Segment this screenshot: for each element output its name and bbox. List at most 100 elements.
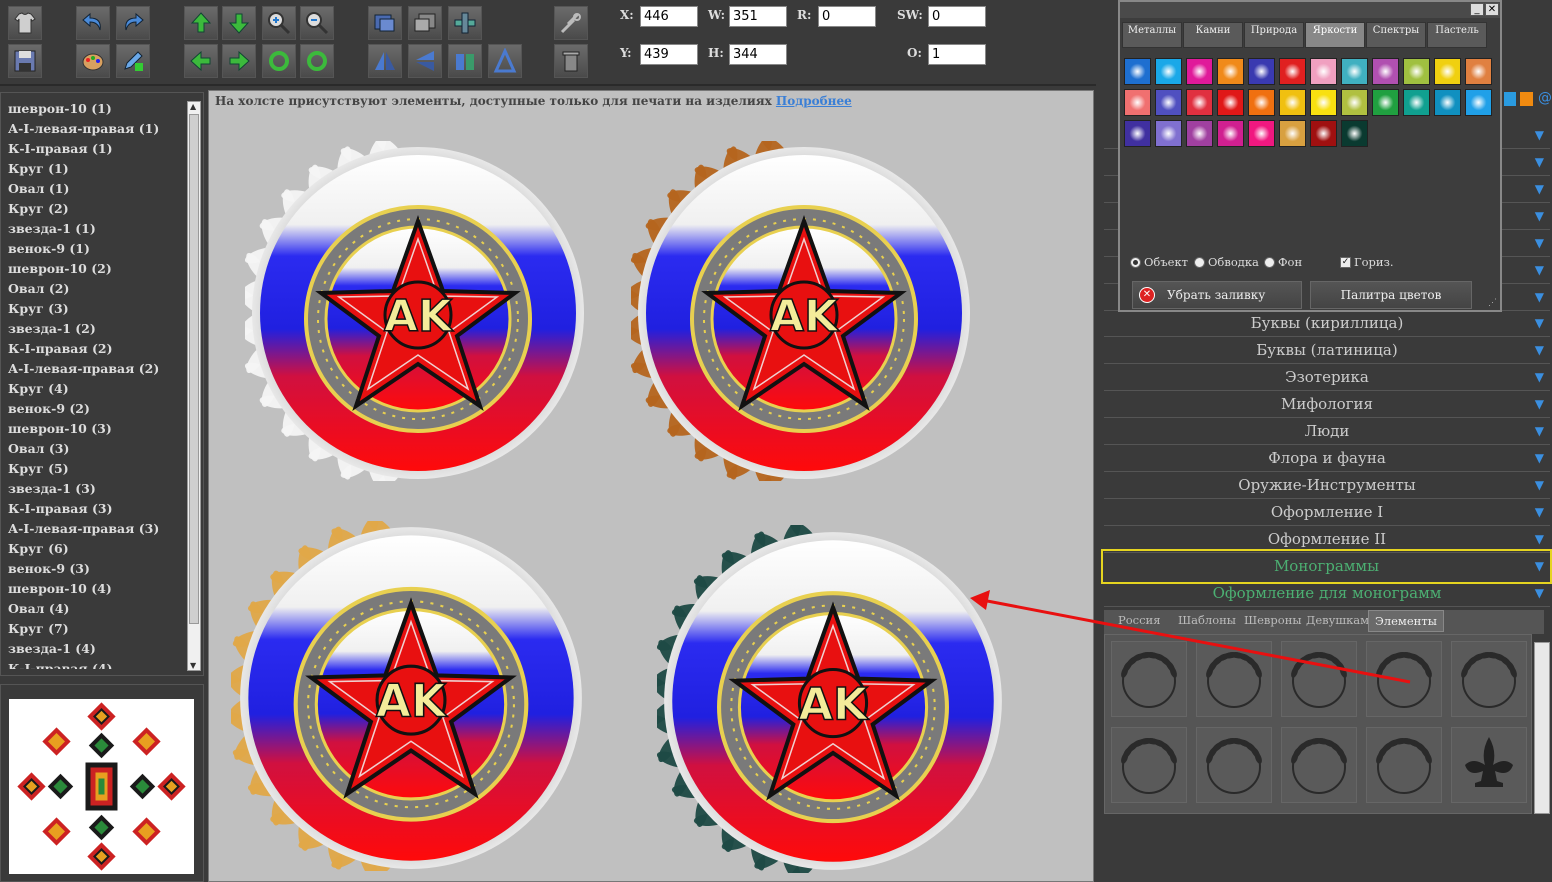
layer-item[interactable]: К-I-правая (3): [5, 499, 185, 519]
zoom-in-icon[interactable]: [262, 6, 296, 40]
move-up-icon[interactable]: [184, 6, 218, 40]
palette-icon[interactable]: [76, 44, 110, 78]
palette-tab[interactable]: Металлы: [1122, 22, 1182, 48]
color-swatch[interactable]: [1310, 120, 1337, 147]
wreath-element[interactable]: [1111, 641, 1187, 717]
skew-icon[interactable]: [488, 44, 522, 78]
layer-item[interactable]: Круг (4): [5, 379, 185, 399]
tshirt-icon[interactable]: [8, 6, 42, 40]
width-input[interactable]: [729, 6, 787, 27]
flip-horizontal-icon[interactable]: [368, 44, 402, 78]
layer-item[interactable]: А-I-левая-правая (1): [5, 119, 185, 139]
color-swatch[interactable]: [1341, 120, 1368, 147]
element-grid-scrollbar[interactable]: [1534, 642, 1550, 814]
palette-tab[interactable]: Пастель: [1427, 22, 1487, 48]
layer-item[interactable]: шеврон-10 (4): [5, 579, 185, 599]
category-row[interactable]: Монограммы ▼: [1101, 549, 1552, 584]
layer-item[interactable]: Круг (2): [5, 199, 185, 219]
palette-tab[interactable]: Камни: [1183, 22, 1243, 48]
color-swatch[interactable]: [1372, 58, 1399, 85]
fill-object-option[interactable]: Объект: [1130, 255, 1188, 269]
layer-item[interactable]: Овал (1): [5, 179, 185, 199]
category-row[interactable]: Флора и фауна ▼: [1104, 445, 1550, 472]
color-swatch[interactable]: [1155, 58, 1182, 85]
layer-item[interactable]: А-I-левая-правая (2): [5, 359, 185, 379]
color-swatch[interactable]: [1434, 89, 1461, 116]
color-swatch[interactable]: [1248, 120, 1275, 147]
layer-item[interactable]: звезда-1 (4): [5, 639, 185, 659]
redo-icon[interactable]: [116, 6, 150, 40]
scroll-up-icon[interactable]: ▲: [190, 102, 196, 111]
resize-grip-icon[interactable]: ⋰: [1488, 298, 1497, 308]
element-subtab[interactable]: Элементы: [1368, 610, 1444, 632]
scroll-thumb[interactable]: [189, 114, 199, 624]
rotate-left-icon[interactable]: [262, 44, 296, 78]
rotation-input[interactable]: [818, 6, 876, 27]
wreath-element[interactable]: [1281, 641, 1357, 717]
color-swatch[interactable]: [1186, 89, 1213, 116]
social-share-icon[interactable]: [1504, 92, 1516, 106]
palette-tab[interactable]: Яркости: [1305, 22, 1365, 48]
close-icon[interactable]: ✕: [1485, 3, 1499, 16]
color-swatch[interactable]: [1217, 89, 1244, 116]
color-swatch[interactable]: [1279, 58, 1306, 85]
wreath-element[interactable]: [1196, 727, 1272, 803]
layer-item[interactable]: шеврон-10 (2): [5, 259, 185, 279]
color-swatch[interactable]: [1279, 120, 1306, 147]
radio-bg[interactable]: [1264, 256, 1275, 268]
wreath-element[interactable]: [1451, 641, 1527, 717]
palette-titlebar[interactable]: _ ✕: [1120, 2, 1500, 18]
element-subtab[interactable]: Шаблоны: [1172, 610, 1242, 632]
element-subtab[interactable]: Девушкам: [1300, 610, 1375, 632]
design-canvas[interactable]: На холсте присутствуют элементы, доступн…: [208, 90, 1094, 882]
layer-item[interactable]: Круг (7): [5, 619, 185, 639]
wreath-element[interactable]: [1111, 727, 1187, 803]
category-row[interactable]: Оружие-Инструменты ▼: [1104, 472, 1550, 499]
send-back-icon[interactable]: [408, 6, 442, 40]
layer-item[interactable]: венок-9 (3): [5, 559, 185, 579]
layer-item[interactable]: звезда-1 (3): [5, 479, 185, 499]
layer-item[interactable]: шеврон-10 (3): [5, 419, 185, 439]
category-row[interactable]: Оформление для монограмм ▼: [1104, 580, 1550, 607]
tools-wrench-icon[interactable]: [554, 6, 588, 40]
x-input[interactable]: [640, 6, 698, 27]
layer-item[interactable]: Овал (2): [5, 279, 185, 299]
color-swatch[interactable]: [1279, 89, 1306, 116]
palette-tab[interactable]: Спектры: [1366, 22, 1426, 48]
category-row[interactable]: Буквы (латиница) ▼: [1104, 337, 1550, 364]
height-input[interactable]: [729, 44, 787, 65]
layers-scrollbar[interactable]: ▲ ▼: [187, 101, 201, 671]
color-swatch[interactable]: [1341, 89, 1368, 116]
undo-icon[interactable]: [76, 6, 110, 40]
palette-tab[interactable]: Природа: [1244, 22, 1304, 48]
color-swatch[interactable]: [1124, 58, 1151, 85]
color-swatch[interactable]: [1372, 89, 1399, 116]
layer-item[interactable]: звезда-1 (1): [5, 219, 185, 239]
wreath-element[interactable]: [1281, 727, 1357, 803]
layer-item[interactable]: шеврон-10 (1): [5, 99, 185, 119]
emblem-bronze-wreath[interactable]: [631, 141, 977, 481]
flip-vertical-icon[interactable]: [408, 44, 442, 78]
layer-item[interactable]: Круг (3): [5, 299, 185, 319]
layer-item[interactable]: венок-9 (2): [5, 399, 185, 419]
mirror-icon[interactable]: [448, 44, 482, 78]
category-row[interactable]: Эзотерика ▼: [1104, 364, 1550, 391]
wreath-element[interactable]: [1196, 641, 1272, 717]
odnoklassniki-icon[interactable]: [1520, 92, 1533, 106]
layer-item[interactable]: К-I-правая (4): [5, 659, 185, 669]
layer-item[interactable]: звезда-1 (2): [5, 319, 185, 339]
color-swatch[interactable]: [1217, 120, 1244, 147]
category-row[interactable]: Оформление I ▼: [1104, 499, 1550, 526]
opacity-input[interactable]: [928, 44, 986, 65]
rotate-right-icon[interactable]: [300, 44, 334, 78]
emblem-teal-wreath-selected[interactable]: [657, 525, 1009, 873]
color-swatch[interactable]: [1310, 58, 1337, 85]
color-swatch[interactable]: [1186, 120, 1213, 147]
radio-object[interactable]: [1130, 256, 1141, 268]
color-swatch[interactable]: [1403, 58, 1430, 85]
category-row[interactable]: Буквы (кириллица) ▼: [1104, 310, 1550, 337]
move-right-icon[interactable]: [222, 44, 256, 78]
fill-bg-option[interactable]: Фон: [1264, 255, 1302, 269]
emblem-white-wreath[interactable]: [245, 141, 591, 481]
edit-pencil-icon[interactable]: [116, 44, 150, 78]
